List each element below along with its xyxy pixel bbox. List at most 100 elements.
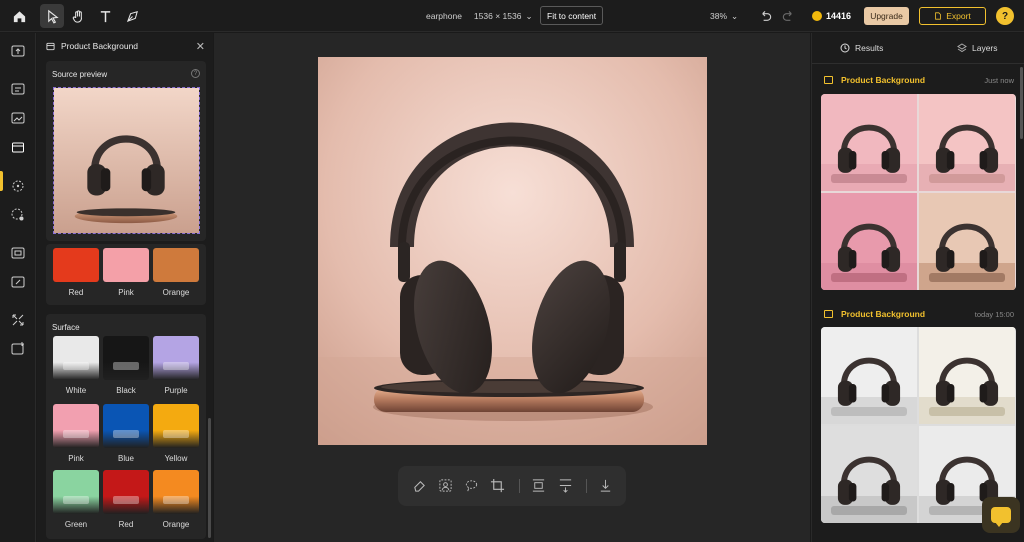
results-panel: Results Layers Product Background Just n… [811, 33, 1024, 542]
surface-label: Orange [162, 520, 190, 529]
help-icon[interactable]: ? [191, 69, 200, 78]
magic-select-icon[interactable] [10, 178, 26, 194]
pedestal-shape [113, 430, 139, 438]
surface-label: Yellow [164, 454, 188, 463]
surface-swatch[interactable] [103, 470, 149, 514]
surface-label: Black [116, 386, 136, 395]
product-background-panel: Product Background ✕ Source preview ? Re… [37, 33, 213, 542]
tab-layers-label: Layers [972, 43, 998, 53]
upgrade-button[interactable]: Upgrade [864, 7, 909, 25]
surface-swatch[interactable] [53, 404, 99, 448]
surface-label: Red [118, 520, 134, 529]
result-thumbnail[interactable] [919, 94, 1015, 191]
result-group-title: Product Background [824, 309, 925, 319]
product-background-icon [824, 76, 833, 84]
surface-swatch[interactable] [153, 336, 199, 380]
lasso-icon[interactable] [464, 478, 479, 493]
swatch-label: Orange [162, 288, 190, 297]
tab-results[interactable]: Results [840, 33, 883, 63]
surface-card: Surface White Black Purple Pink Blue Yellow Gr… [46, 314, 206, 539]
pedestal-shape [113, 496, 139, 504]
history-icon [840, 43, 850, 53]
result-grid [821, 94, 1016, 290]
pedestal-shape [63, 496, 89, 504]
surface-swatch[interactable] [103, 404, 149, 448]
result-thumbnail[interactable] [919, 327, 1015, 424]
artboard-image[interactable] [318, 57, 707, 445]
result-group-title-text: Product Background [841, 309, 926, 319]
redo-icon[interactable] [776, 4, 800, 28]
surface-swatch[interactable] [153, 404, 199, 448]
surface-title: Surface [52, 323, 80, 332]
coin-icon [812, 11, 822, 21]
align-center-icon[interactable] [531, 478, 546, 493]
surface-swatch[interactable] [53, 336, 99, 380]
result-thumbnail[interactable] [821, 94, 917, 191]
canvas-dimensions[interactable]: 1536 × 1536 [474, 11, 522, 21]
top-toolbar: earphone 1536 × 1536 ⌄ Fit to content 38… [0, 0, 1024, 32]
text-tool-icon[interactable] [93, 4, 117, 28]
export-button[interactable]: Export [919, 7, 986, 25]
chevron-down-icon[interactable]: ⌄ [731, 11, 738, 22]
select-tool-icon[interactable] [40, 4, 64, 28]
hand-tool-icon[interactable] [66, 4, 90, 28]
result-thumbnail[interactable] [821, 426, 917, 523]
result-thumbnail[interactable] [919, 193, 1015, 290]
swatch-label: Red [68, 288, 84, 297]
pedestal-shape [63, 430, 89, 438]
surface-swatch[interactable] [153, 470, 199, 514]
surface-label: White [65, 386, 87, 395]
divider [519, 479, 520, 493]
swatch-pink[interactable] [103, 248, 149, 282]
product-background-icon [824, 310, 833, 318]
result-thumbnail[interactable] [821, 327, 917, 424]
canvas-area[interactable] [214, 33, 810, 542]
source-preview-card: Source preview ? [46, 61, 206, 241]
home-icon[interactable] [7, 4, 31, 28]
fit-to-content-button[interactable]: Fit to content [540, 6, 604, 25]
zoom-level[interactable]: 38% [710, 11, 727, 21]
results-scrollbar[interactable] [1020, 67, 1023, 139]
upscale-icon[interactable] [10, 312, 26, 328]
pen-tool-icon[interactable] [120, 4, 144, 28]
download-icon[interactable] [598, 478, 613, 493]
surface-label: Purple [164, 386, 188, 395]
chat-support-button[interactable] [982, 497, 1020, 533]
remove-object-icon[interactable] [10, 207, 26, 223]
tab-results-label: Results [855, 43, 884, 53]
layers-icon [957, 43, 967, 53]
upload-image-icon[interactable] [10, 43, 26, 59]
product-background-icon[interactable] [10, 139, 26, 155]
result-thumbnail[interactable] [821, 193, 917, 290]
result-group-time: Just now [984, 76, 1014, 85]
swatch-red[interactable] [53, 248, 99, 282]
help-button[interactable]: ? [996, 7, 1014, 25]
surface-swatch[interactable] [103, 336, 149, 380]
color-swatches-card: Red Pink Orange [46, 244, 206, 305]
text-image-icon[interactable] [10, 81, 26, 97]
portrait-select-icon[interactable] [438, 478, 453, 493]
eraser-icon[interactable] [412, 478, 427, 493]
image-edit-icon[interactable] [10, 110, 26, 126]
crop-icon[interactable] [490, 478, 505, 493]
add-frame-icon[interactable] [10, 341, 26, 357]
file-name[interactable]: earphone [426, 11, 462, 21]
source-preview-image[interactable] [53, 87, 200, 234]
credits-balance[interactable]: 14416 [806, 7, 857, 25]
credits-count: 14416 [826, 11, 852, 21]
retouch-icon[interactable] [10, 274, 26, 290]
align-middle-icon[interactable] [558, 478, 573, 493]
pedestal-shape [163, 496, 189, 504]
tab-layers[interactable]: Layers [957, 33, 998, 63]
panel-scrollbar[interactable] [208, 418, 211, 538]
export-label: Export [946, 11, 971, 21]
expand-image-icon[interactable] [10, 245, 26, 261]
result-group-time: today 15:00 [974, 310, 1014, 319]
chevron-down-icon[interactable]: ⌄ [525, 11, 532, 22]
surface-swatch[interactable] [53, 470, 99, 514]
left-tool-strip [0, 33, 36, 542]
undo-icon[interactable] [753, 4, 777, 28]
result-group-title: Product Background [824, 75, 925, 85]
close-icon[interactable]: ✕ [196, 40, 205, 53]
swatch-orange[interactable] [153, 248, 199, 282]
